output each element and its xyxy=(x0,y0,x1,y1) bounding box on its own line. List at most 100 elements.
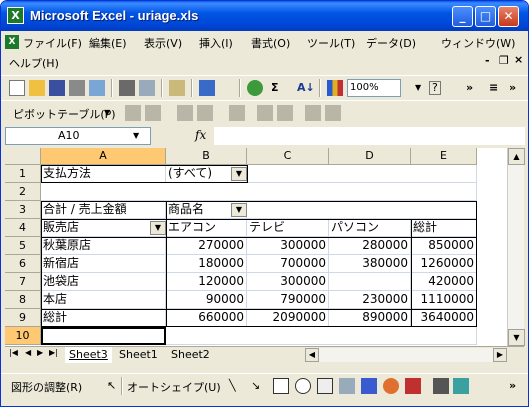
autoshapes-menu[interactable]: オートシェイプ(U) xyxy=(127,379,221,395)
help-icon[interactable]: ? xyxy=(429,81,441,95)
page-field-dropdown-icon[interactable]: ▼ xyxy=(231,167,247,181)
diagram-icon[interactable] xyxy=(383,378,399,394)
vertical-scrollbar[interactable]: ▲ ▼ xyxy=(507,148,525,346)
cell-e4[interactable]: 総計 xyxy=(411,219,477,237)
cell-e6[interactable]: 1260000 xyxy=(411,255,477,273)
menu-view[interactable]: 表示(V) xyxy=(144,35,182,51)
cell-b7[interactable]: 120000 xyxy=(166,273,247,291)
pivot-field-icon[interactable] xyxy=(257,105,273,121)
workbook-icon[interactable]: X xyxy=(5,35,19,49)
align-icon[interactable]: ≡ xyxy=(489,81,498,94)
cell-c7[interactable]: 300000 xyxy=(247,273,329,291)
clipart-icon[interactable] xyxy=(405,378,421,394)
chevron-down-icon[interactable]: ▼ xyxy=(104,108,110,117)
cell-e9[interactable]: 3640000 xyxy=(411,309,477,327)
toolbar-options-icon[interactable]: » xyxy=(509,379,516,392)
column-header-b[interactable]: B xyxy=(166,148,247,165)
cell-d7[interactable] xyxy=(329,273,411,291)
textbox-icon[interactable] xyxy=(317,378,333,394)
close-button[interactable]: ✕ xyxy=(498,6,519,27)
menu-tools[interactable]: ツール(T) xyxy=(307,35,355,51)
function-icon[interactable]: fx xyxy=(195,128,206,142)
pivot-refresh-icon[interactable] xyxy=(229,105,245,121)
toolbar-options-icon[interactable]: » xyxy=(466,81,473,94)
sort-ascending-icon[interactable]: A↓ xyxy=(297,81,315,94)
chevron-down-icon[interactable]: ▼ xyxy=(133,131,139,140)
menu-help[interactable]: ヘルプ(H) xyxy=(9,55,59,71)
worksheet-grid[interactable]: A B C D E 1 2 3 4 5 6 7 8 9 10 支払方法 (すべて… xyxy=(5,148,507,346)
row-header[interactable]: 3 xyxy=(5,201,41,219)
cell-row2[interactable] xyxy=(41,183,477,201)
menu-insert[interactable]: 挿入(I) xyxy=(199,35,233,51)
row-header[interactable]: 2 xyxy=(5,183,41,201)
pivot-settings-icon[interactable] xyxy=(305,105,321,121)
undo-icon[interactable] xyxy=(199,80,215,96)
cell-c8[interactable]: 790000 xyxy=(247,291,329,309)
zoom-select[interactable]: 100% xyxy=(347,79,401,97)
vertical-textbox-icon[interactable] xyxy=(339,378,355,394)
toolbar-options-icon[interactable]: » xyxy=(509,81,516,94)
scroll-up-icon[interactable]: ▲ xyxy=(508,148,525,165)
scroll-down-icon[interactable]: ▼ xyxy=(508,329,525,346)
cell-row10[interactable] xyxy=(166,327,477,345)
column-header-d[interactable]: D xyxy=(329,148,411,165)
pivot-table-menu[interactable]: ピボットテーブル(P) xyxy=(13,106,116,122)
pivot-format-icon[interactable] xyxy=(125,105,141,121)
cell-d6[interactable]: 380000 xyxy=(329,255,411,273)
cell-e7[interactable]: 420000 xyxy=(411,273,477,291)
cell-b6[interactable]: 180000 xyxy=(166,255,247,273)
last-sheet-icon[interactable]: ▶| xyxy=(49,348,58,357)
row-header[interactable]: 5 xyxy=(5,237,41,255)
rectangle-icon[interactable] xyxy=(273,378,289,394)
picture-icon[interactable] xyxy=(433,378,449,394)
chevron-down-icon[interactable]: ▼ xyxy=(415,83,421,92)
mdi-minimize-button[interactable]: - xyxy=(485,54,490,67)
wordart-icon[interactable] xyxy=(361,378,377,394)
pivot-layout-icon[interactable] xyxy=(277,105,293,121)
cell-a8[interactable]: 本店 xyxy=(41,291,166,309)
column-header-c[interactable]: C xyxy=(247,148,329,165)
row-header[interactable]: 8 xyxy=(5,291,41,309)
cell-a5[interactable]: 秋葉原店 xyxy=(41,237,166,255)
oval-icon[interactable] xyxy=(295,378,311,394)
permission-icon[interactable] xyxy=(69,80,85,96)
cell-d5[interactable]: 280000 xyxy=(329,237,411,255)
cell-a3[interactable]: 合計 / 売上金額 xyxy=(41,201,166,219)
sheet-tab-sheet2[interactable]: Sheet2 xyxy=(167,347,214,363)
cell-d4[interactable]: パソコン xyxy=(329,219,411,237)
hyperlink-icon[interactable] xyxy=(247,80,263,96)
active-cell-a10[interactable] xyxy=(41,327,166,345)
cell-row1-rest[interactable] xyxy=(247,165,477,183)
cell-e8[interactable]: 1110000 xyxy=(411,291,477,309)
mdi-close-button[interactable]: × xyxy=(514,53,523,66)
cell-a6[interactable]: 新宿店 xyxy=(41,255,166,273)
row-header[interactable]: 4 xyxy=(5,219,41,237)
cell-c4[interactable]: テレビ xyxy=(247,219,329,237)
cell-b8[interactable]: 90000 xyxy=(166,291,247,309)
row-header[interactable]: 7 xyxy=(5,273,41,291)
cell-b4[interactable]: エアコン xyxy=(166,219,247,237)
formula-input[interactable] xyxy=(214,127,525,145)
sheet-tab-sheet1[interactable]: Sheet1 xyxy=(115,347,162,363)
sheet-tab-sheet3[interactable]: Sheet3 xyxy=(65,347,112,363)
scroll-left-icon[interactable]: ◀ xyxy=(305,348,319,362)
prev-sheet-icon[interactable]: ◀ xyxy=(25,348,31,357)
pivot-chart-icon[interactable] xyxy=(145,105,161,121)
print-preview-icon[interactable] xyxy=(139,80,155,96)
cell-c9[interactable]: 2090000 xyxy=(247,309,329,327)
horizontal-scrollbar[interactable] xyxy=(319,348,493,362)
menu-edit[interactable]: 編集(E) xyxy=(89,35,127,51)
cell-a9[interactable]: 総計 xyxy=(41,309,166,327)
column-header-a[interactable]: A xyxy=(41,148,166,165)
menu-format[interactable]: 書式(O) xyxy=(251,35,290,51)
save-icon[interactable] xyxy=(49,80,65,96)
print-icon[interactable] xyxy=(119,80,135,96)
paste-icon[interactable] xyxy=(169,80,185,96)
cell-e5[interactable]: 850000 xyxy=(411,237,477,255)
new-icon[interactable] xyxy=(9,80,25,96)
cell-d8[interactable]: 230000 xyxy=(329,291,411,309)
open-icon[interactable] xyxy=(29,80,45,96)
column-field-dropdown-icon[interactable]: ▼ xyxy=(231,203,247,217)
title-bar[interactable]: X Microsoft Excel - uriage.xls _ □ ✕ xyxy=(1,1,528,31)
cell-a1[interactable]: 支払方法 xyxy=(41,165,166,183)
